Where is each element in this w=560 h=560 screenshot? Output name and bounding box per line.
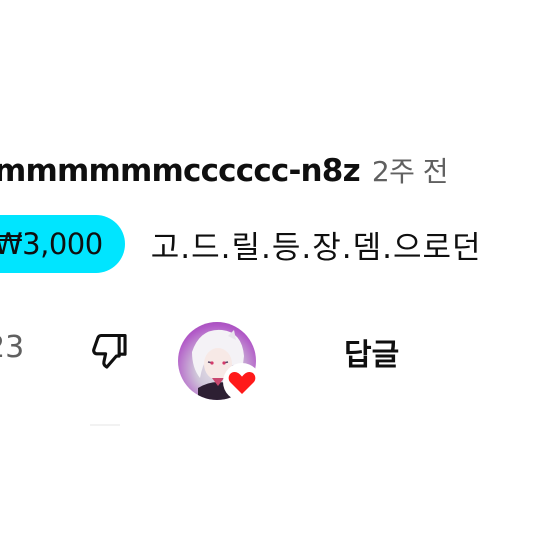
dislike-button[interactable] [84, 326, 136, 378]
comment-header: mmmmmmcccccc-n8z 2주 전 [0, 150, 449, 190]
super-thanks-badge: ₩3,000 [0, 215, 125, 273]
divider [90, 424, 120, 426]
comment-item: mmmmmmcccccc-n8z 2주 전 ₩3,000 고.드.릴.등.장.뎀… [0, 0, 560, 560]
thumbs-down-icon [92, 333, 127, 369]
comment-text: 고.드.릴.등.장.뎀.으로던 [150, 229, 482, 266]
creator-heart-badge[interactable] [176, 320, 262, 402]
author-handle[interactable]: mmmmmmcccccc-n8z [0, 153, 361, 189]
like-count: 23 [0, 330, 25, 365]
comment-actions: 23 [0, 312, 560, 401]
comment-body: ₩3,000 고.드.릴.등.장.뎀.으로던 [0, 213, 482, 275]
heart-icon [223, 363, 261, 401]
reply-button[interactable]: 답글 [330, 326, 413, 378]
comment-timestamp[interactable]: 2주 전 [372, 150, 449, 190]
